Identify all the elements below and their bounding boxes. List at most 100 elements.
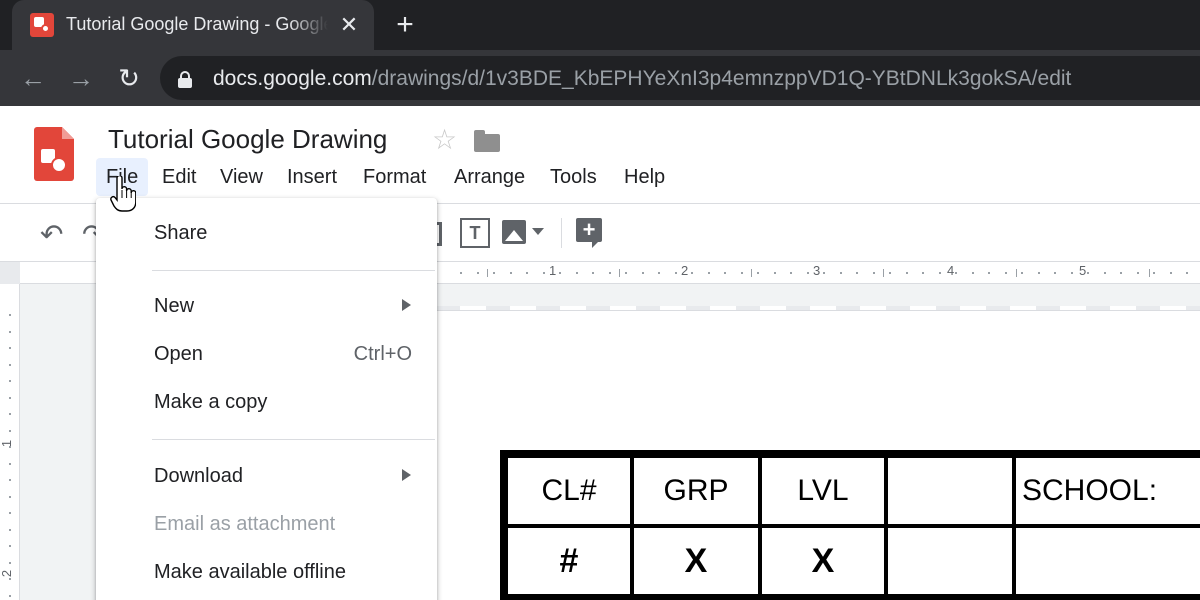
ruler-dot [724, 272, 726, 274]
ruler-dot [9, 364, 11, 366]
submenu-arrow-icon [402, 299, 411, 311]
ruler-tick [1016, 269, 1017, 277]
ruler-dot [9, 529, 11, 531]
ruler-dot [1054, 272, 1056, 274]
browser-toolbar: ← → ↻ docs.google.com/drawings/d/1v3BDE_… [0, 50, 1200, 106]
ruler-dot [1186, 272, 1188, 274]
table-cell: X [762, 528, 884, 594]
browser-tab[interactable]: Tutorial Google Drawing - Google Drawing… [12, 0, 374, 50]
menu-insert[interactable]: Insert [277, 158, 347, 196]
ruler-dot [9, 562, 11, 564]
embedded-table-image[interactable]: CL# GRP LVL SCHOOL: # X X A [500, 450, 1200, 600]
ruler-dot [625, 272, 627, 274]
ruler-dot [9, 463, 11, 465]
ruler-dot [1153, 272, 1155, 274]
menu-item-email-attachment: Email as attachment [96, 505, 437, 545]
menu-edit[interactable]: Edit [152, 158, 206, 196]
menu-item-label: Make a copy [154, 391, 268, 413]
star-icon[interactable]: ☆ [432, 123, 457, 156]
menu-arrange[interactable]: Arrange [444, 158, 535, 196]
image-dropdown-icon[interactable] [532, 228, 544, 235]
ruler-dot [774, 272, 776, 274]
ruler-tick [1149, 269, 1150, 277]
document-title[interactable]: Tutorial Google Drawing [108, 124, 387, 155]
folder-icon[interactable] [474, 130, 500, 152]
close-tab-icon[interactable]: ✕ [336, 12, 362, 38]
ruler-tick [751, 269, 752, 277]
text-box-glyph: T [469, 223, 481, 243]
back-arrow-icon[interactable]: ← [16, 62, 50, 94]
ruler-dot [840, 272, 842, 274]
table-cell: CL# [508, 458, 630, 524]
ruler-dot [741, 272, 743, 274]
ruler-dot [939, 272, 941, 274]
ruler-dot [757, 272, 759, 274]
ruler-dot [9, 314, 11, 316]
menu-help[interactable]: Help [614, 158, 675, 196]
menu-item-make-copy[interactable]: Make a copy [96, 383, 437, 423]
url-host: docs.google.com [213, 67, 372, 90]
class-info-table: CL# GRP LVL SCHOOL: # X X A [500, 450, 1200, 600]
ruler-dot [543, 272, 545, 274]
ruler-dot [1170, 272, 1172, 274]
ruler-dot [9, 397, 11, 399]
screen: Tutorial Google Drawing - Google Drawing… [0, 0, 1200, 600]
text-box-icon[interactable]: T [460, 218, 490, 248]
ruler-label: 1 [549, 263, 557, 278]
url-text: docs.google.com/drawings/d/1v3BDE_KbEPHY… [213, 67, 1071, 91]
menu-view[interactable]: View [210, 158, 273, 196]
address-bar[interactable]: docs.google.com/drawings/d/1v3BDE_KbEPHY… [160, 56, 1200, 100]
toolbar-divider [561, 218, 562, 248]
menu-item-new[interactable]: New [96, 287, 437, 327]
add-comment-plus: + [582, 217, 596, 242]
url-path: /drawings/d/1v3BDE_KbEPHYeXnI3p4emnzppVD… [371, 67, 1072, 90]
forward-arrow-icon[interactable]: → [64, 62, 98, 94]
ruler-dot [823, 272, 825, 274]
ruler-dot [526, 272, 528, 274]
menu-item-label: Share [154, 222, 208, 244]
ruler-dot [642, 272, 644, 274]
table-cell: A [1016, 528, 1200, 594]
google-drawings-logo-icon[interactable] [34, 127, 74, 181]
menu-item-share[interactable]: Share [96, 214, 437, 254]
ruler-label: 4 [947, 263, 955, 278]
menu-format[interactable]: Format [353, 158, 436, 196]
ruler-dot [1005, 272, 1007, 274]
new-tab-icon[interactable]: + [390, 10, 420, 40]
ruler-dot [922, 272, 924, 274]
ruler-dot [1071, 272, 1073, 274]
drawings-favicon-icon [30, 13, 54, 37]
ruler-dot [955, 272, 957, 274]
ruler-dot [9, 578, 11, 580]
table-cell: X [634, 528, 758, 594]
ruler-dot [972, 272, 974, 274]
ruler-dot [658, 272, 660, 274]
ruler-dot [559, 272, 561, 274]
menu-separator [152, 439, 435, 440]
table-cell [888, 528, 1012, 594]
vertical-ruler[interactable]: 1 2 [0, 284, 20, 600]
table-cell: LVL [762, 458, 884, 524]
undo-icon[interactable]: ↶ [40, 218, 63, 251]
image-icon[interactable] [502, 220, 526, 244]
menu-item-offline[interactable]: Make available offline [96, 553, 437, 593]
ruler-dot [510, 272, 512, 274]
ruler-dot [675, 272, 677, 274]
menu-item-open[interactable]: Open Ctrl+O [96, 335, 437, 375]
tab-title: Tutorial Google Drawing - Google Drawing… [66, 14, 328, 34]
ruler-dot [1137, 272, 1139, 274]
lock-icon[interactable] [178, 71, 192, 88]
reload-icon[interactable]: ↻ [112, 62, 146, 94]
ruler-dot [9, 347, 11, 349]
menu-item-label: New [154, 295, 195, 317]
menu-item-download[interactable]: Download [96, 457, 437, 497]
add-comment-icon[interactable]: + [576, 217, 602, 248]
ruler-dot [9, 545, 11, 547]
ruler-label: 5 [1079, 263, 1087, 278]
table-cell: SCHOOL: [1016, 458, 1200, 524]
ruler-dot [1021, 272, 1023, 274]
table-cell: GRP [634, 458, 758, 524]
ruler-dot [9, 413, 11, 415]
menu-item-label: Download [154, 465, 243, 487]
menu-tools[interactable]: Tools [540, 158, 607, 196]
